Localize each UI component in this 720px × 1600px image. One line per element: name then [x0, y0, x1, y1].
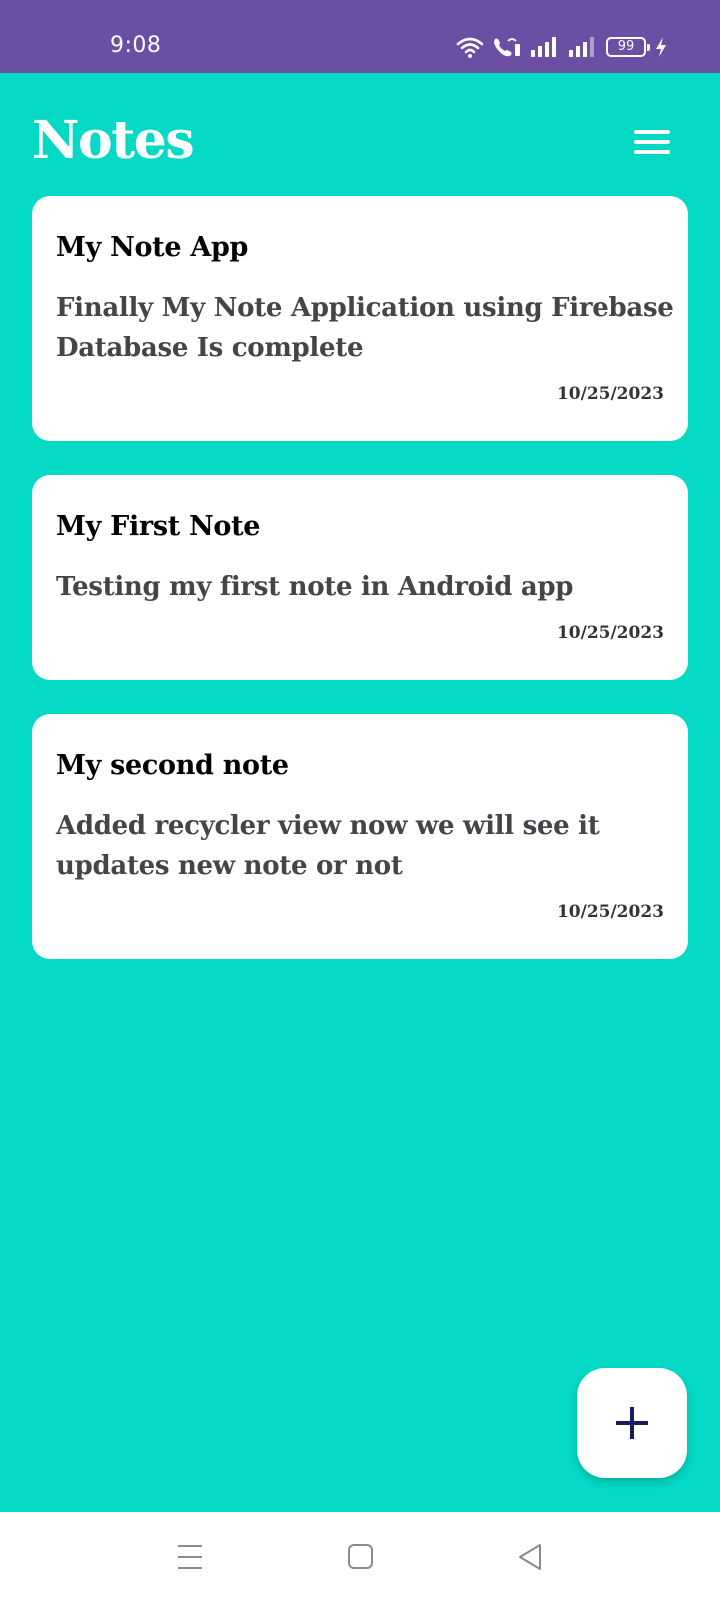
- menu-line: [634, 130, 670, 134]
- note-date: 10/25/2023: [556, 384, 664, 404]
- hamburger-menu-icon[interactable]: [630, 128, 670, 158]
- wifi-call-icon: [494, 38, 520, 57]
- note-date: 10/25/2023: [556, 623, 664, 643]
- recents-icon[interactable]: [170, 1540, 210, 1574]
- status-bar: 9:08 99: [0, 0, 720, 73]
- signal-icon: [569, 37, 594, 57]
- home-icon[interactable]: [341, 1540, 381, 1574]
- navigation-bar: [0, 1512, 720, 1600]
- signal-icon: [531, 37, 556, 57]
- note-body: Added recycler view now we will see it u…: [56, 811, 600, 881]
- plus-icon: [616, 1407, 648, 1439]
- note-title: My second note: [56, 750, 289, 781]
- status-icons: 99: [456, 35, 668, 59]
- status-time: 9:08: [110, 33, 162, 58]
- wifi-icon: [456, 37, 484, 58]
- charging-icon: [656, 37, 666, 57]
- menu-line: [634, 150, 670, 154]
- note-card[interactable]: My Note App Finally My Note Application …: [32, 196, 688, 441]
- note-date: 10/25/2023: [556, 902, 664, 922]
- note-body: Finally My Note Application using Fireba…: [56, 293, 674, 363]
- note-body: Testing my first note in Android app: [56, 572, 574, 602]
- add-note-button[interactable]: [577, 1368, 687, 1478]
- note-title: My Note App: [56, 232, 249, 263]
- battery-icon: 99: [606, 37, 650, 57]
- note-title: My First Note: [56, 511, 261, 542]
- note-card[interactable]: My First Note Testing my first note in A…: [32, 475, 688, 680]
- note-card[interactable]: My second note Added recycler view now w…: [32, 714, 688, 959]
- page-title: Notes: [32, 110, 195, 171]
- back-icon[interactable]: [510, 1540, 550, 1574]
- menu-line: [634, 140, 670, 144]
